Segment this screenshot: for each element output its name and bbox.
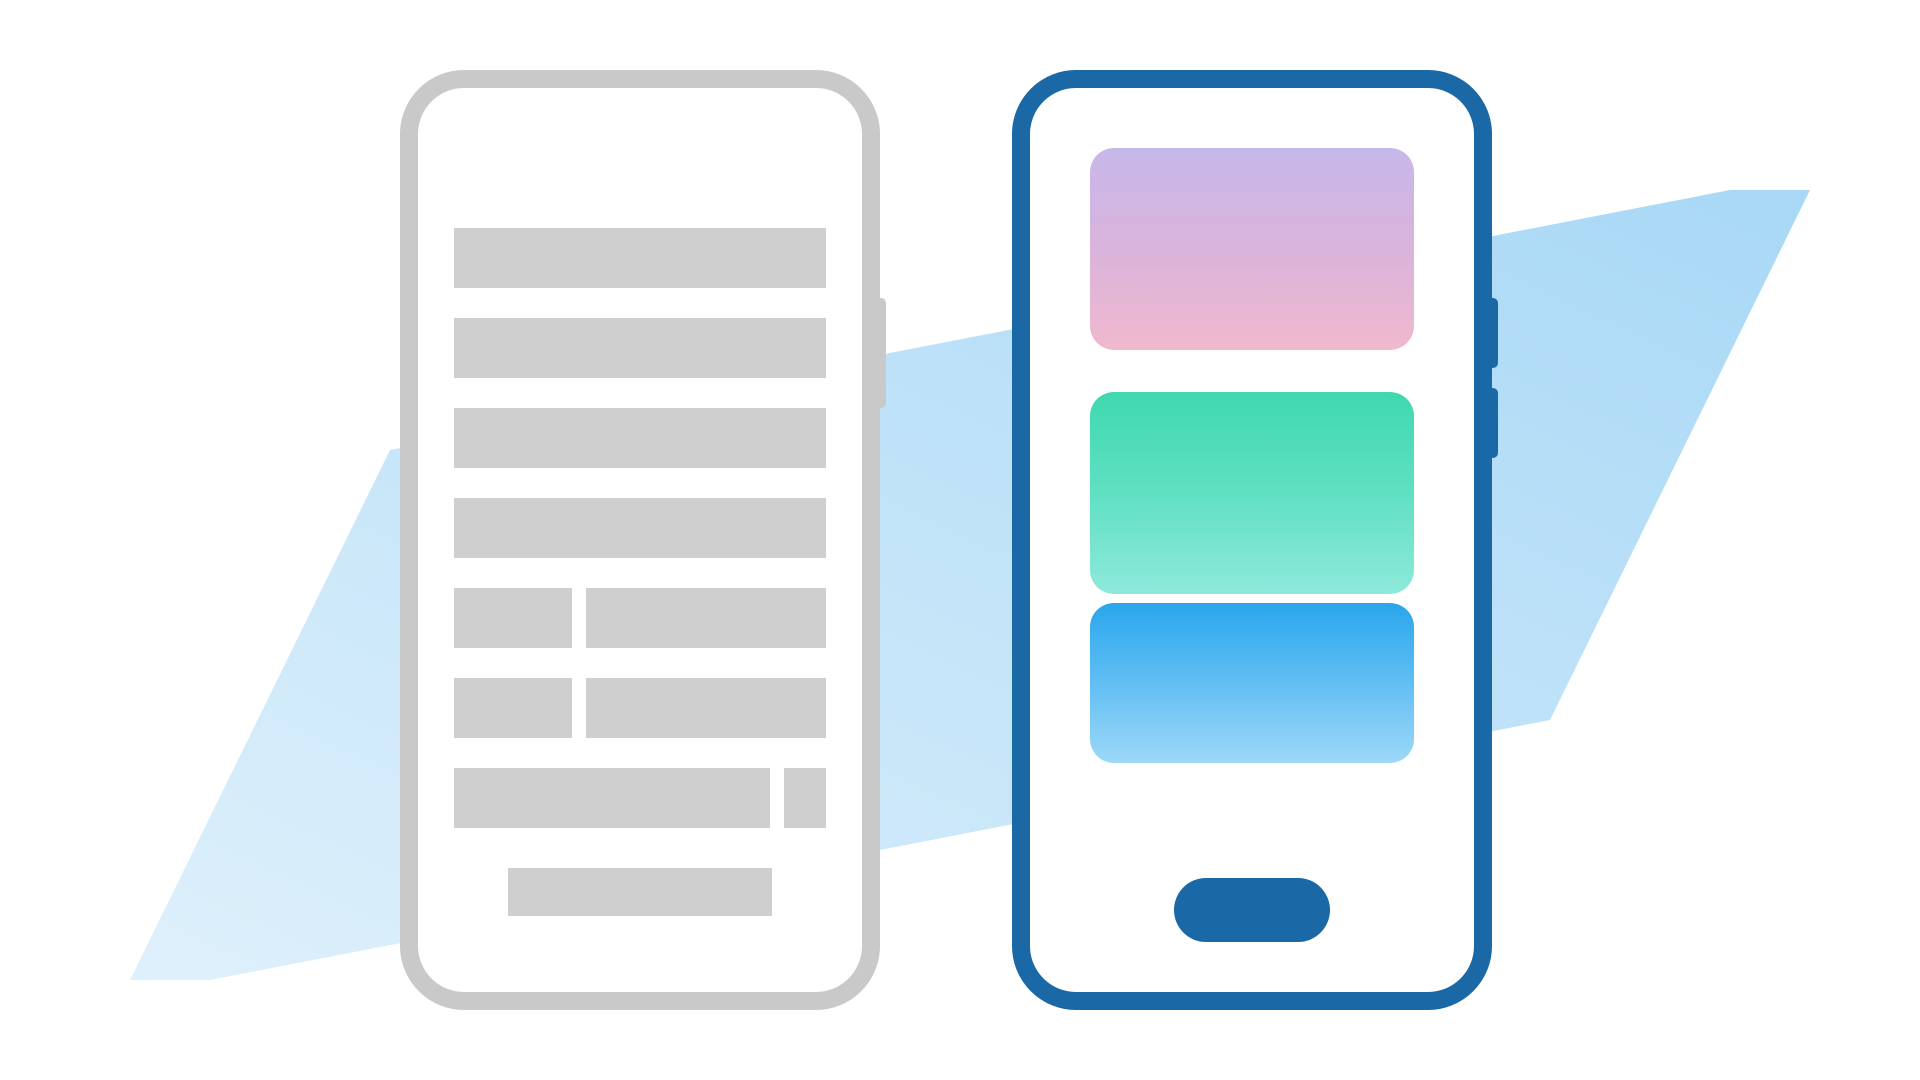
- wireframe-footer-row: [508, 868, 772, 916]
- wireframe-row: [454, 408, 826, 468]
- diagram-stage: [0, 0, 1920, 1080]
- card-blue: [1090, 603, 1414, 763]
- wireframe-row: [454, 318, 826, 378]
- side-button-icon: [1488, 298, 1498, 368]
- wireframe-cell: [454, 588, 572, 648]
- wireframe-screen: [454, 148, 826, 952]
- card-teal: [1090, 392, 1414, 594]
- wireframe-cell: [784, 768, 826, 828]
- wireframe-row: [454, 498, 826, 558]
- side-button-icon: [876, 298, 886, 408]
- side-button-icon: [1488, 388, 1498, 458]
- phone-after: [1012, 70, 1492, 1010]
- wireframe-cell: [586, 588, 826, 648]
- wireframe-cell: [454, 768, 770, 828]
- wireframe-cell: [454, 678, 572, 738]
- wireframe-cell: [586, 678, 826, 738]
- wireframe-row: [454, 228, 826, 288]
- phone-before: [400, 70, 880, 1010]
- primary-pill-button[interactable]: [1174, 878, 1330, 942]
- background-ribbon: [130, 100, 1810, 980]
- color-screen: [1066, 148, 1438, 952]
- card-purple: [1090, 148, 1414, 350]
